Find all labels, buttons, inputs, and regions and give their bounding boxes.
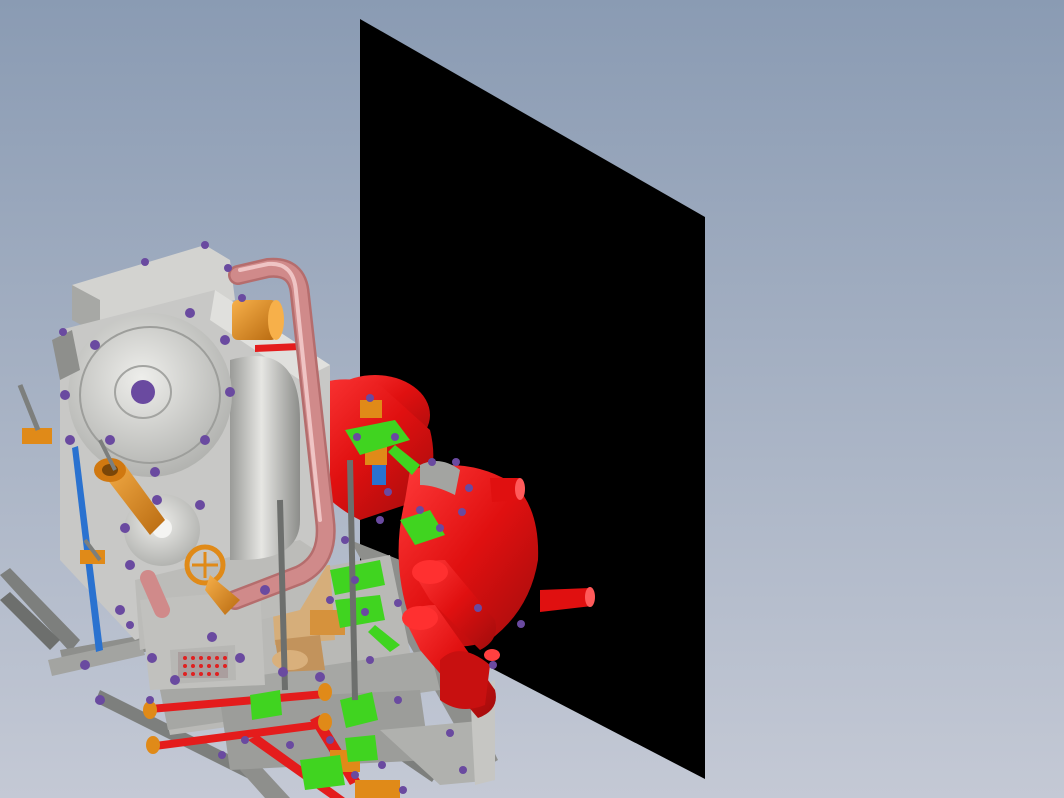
cad-viewport[interactable] <box>0 0 1064 798</box>
mesh-grille <box>178 652 228 678</box>
3d-assembly-view[interactable] <box>0 0 1064 798</box>
